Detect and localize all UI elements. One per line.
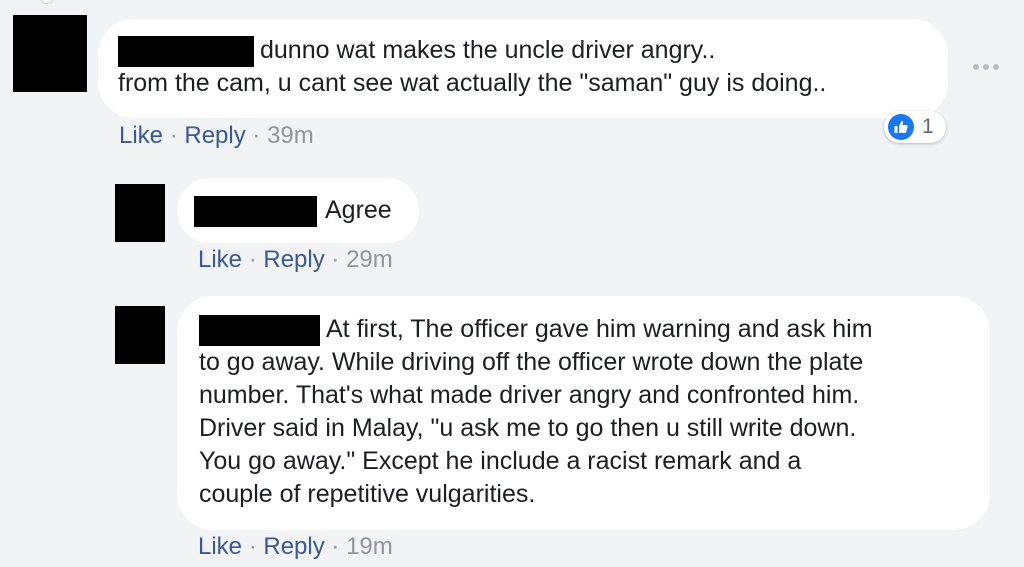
comment-bubble: Agree [177, 178, 419, 243]
comment-text: Agree [325, 196, 392, 224]
separator: · [169, 122, 178, 149]
comment-text: from the cam, u cant see wat actually th… [118, 69, 827, 97]
comment-text: to go away. While driving off the office… [199, 348, 864, 376]
like-link[interactable]: Like [198, 533, 242, 560]
like-reaction-icon [888, 114, 914, 140]
redacted-author-name[interactable] [199, 314, 320, 346]
separator: · [331, 246, 340, 273]
reaction-badge[interactable]: 1 [884, 111, 946, 143]
timestamp[interactable]: 19m [346, 533, 393, 560]
comment-text: At first, The officer gave him warning a… [326, 315, 873, 343]
redacted-author-name[interactable] [194, 195, 317, 227]
like-link[interactable]: Like [119, 122, 163, 149]
timestamp[interactable]: 29m [346, 246, 393, 273]
comment-line: dunno wat makes the uncle driver angry.. [118, 34, 948, 67]
avatar[interactable] [13, 15, 87, 92]
avatar[interactable] [115, 306, 165, 364]
comment-bubble: dunno wat makes the uncle driver angry..… [98, 19, 948, 118]
comment-text: Driver said in Malay, "u ask me to go th… [199, 414, 857, 442]
more-options-icon[interactable] [973, 59, 1003, 75]
reply-link[interactable]: Reply [263, 533, 324, 560]
separator: · [252, 122, 261, 149]
comment-actions: Like · Reply · 39m [119, 121, 314, 151]
comment-text: number. That's what made driver angry an… [199, 381, 860, 409]
comment-actions: Like · Reply · 19m [198, 532, 393, 562]
separator: · [248, 246, 257, 273]
comment-actions: Like · Reply · 29m [198, 245, 393, 275]
top-reaction-fragment [40, 0, 54, 4]
comment-bubble: At first, The officer gave him warning a… [177, 296, 990, 530]
reaction-count: 1 [922, 115, 934, 138]
reply-link[interactable]: Reply [263, 246, 324, 273]
reply-link[interactable]: Reply [184, 122, 245, 149]
comment-line: Agree [194, 194, 419, 227]
like-link[interactable]: Like [198, 246, 242, 273]
redacted-author-name[interactable] [118, 35, 254, 67]
separator: · [331, 533, 340, 560]
separator: · [248, 533, 257, 560]
comment-line: At first, The officer gave him warning a… [199, 313, 990, 346]
comment-text: You go away." Except he include a racist… [199, 447, 802, 475]
comment-text: couple of repetitive vulgarities. [199, 480, 536, 508]
avatar[interactable] [115, 184, 165, 242]
timestamp[interactable]: 39m [267, 122, 314, 149]
comment-text: dunno wat makes the uncle driver angry.. [260, 36, 716, 64]
